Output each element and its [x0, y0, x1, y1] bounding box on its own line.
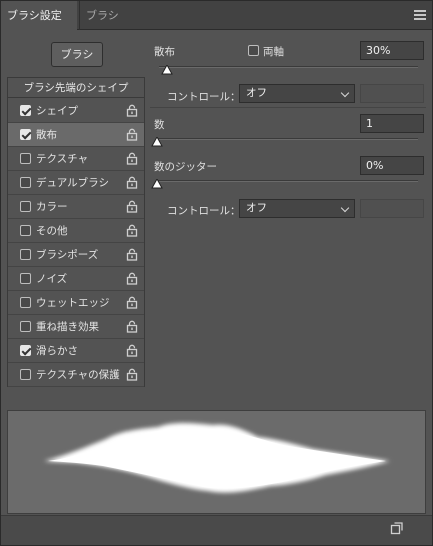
count-label: 数: [154, 119, 165, 131]
scatter-control-label: コントロール：: [167, 91, 241, 103]
option-label: カラー: [36, 201, 68, 213]
brush-stroke-preview: [7, 410, 426, 514]
option-label: 滑らかさ: [36, 345, 78, 357]
option-label: テクスチャの保護: [36, 369, 120, 381]
scatter-label: 散布: [154, 46, 175, 58]
option-label: テクスチャ: [36, 153, 89, 165]
brush-option-row[interactable]: その他: [8, 219, 144, 243]
count-slider-track[interactable]: [157, 138, 418, 140]
brush-option-row[interactable]: 重ね描き効果: [8, 315, 144, 339]
count-value-input[interactable]: 1: [360, 114, 424, 133]
option-checkbox[interactable]: [20, 273, 31, 284]
option-checkbox[interactable]: [20, 201, 31, 212]
option-label: ウェットエッジ: [36, 297, 110, 309]
lock-icon[interactable]: [126, 320, 138, 333]
scatter-control-aux-field: [360, 84, 424, 103]
count-jitter-control-dropdown[interactable]: オフ: [239, 199, 355, 218]
count-jitter-control-value: オフ: [246, 202, 267, 214]
lock-icon[interactable]: [126, 272, 138, 285]
brush-option-row[interactable]: ノイズ: [8, 267, 144, 291]
tab-bar: ブラシ設定 ブラシ: [1, 1, 432, 30]
option-label: ノイズ: [36, 273, 68, 285]
brush-option-row[interactable]: ウェットエッジ: [8, 291, 144, 315]
brush-option-row[interactable]: シェイプ: [8, 99, 144, 123]
both-axes-checkbox[interactable]: [248, 45, 259, 56]
lock-icon[interactable]: [126, 128, 138, 141]
option-checkbox[interactable]: [20, 345, 31, 356]
chevron-down-icon: [340, 203, 350, 213]
chevron-down-icon: [340, 88, 350, 98]
brush-option-row[interactable]: カラー: [8, 195, 144, 219]
hamburger-icon[interactable]: [414, 10, 426, 20]
option-checkbox[interactable]: [20, 153, 31, 164]
new-brush-icon[interactable]: [390, 522, 403, 535]
panel-footer: [1, 515, 432, 545]
lock-icon[interactable]: [126, 224, 138, 237]
option-label: シェイプ: [36, 105, 78, 117]
option-checkbox[interactable]: [20, 105, 31, 116]
count-jitter-control-aux-field: [360, 199, 424, 218]
lock-icon[interactable]: [126, 152, 138, 165]
count-jitter-slider-track[interactable]: [157, 180, 418, 182]
brush-option-row[interactable]: ブラシポーズ: [8, 243, 144, 267]
option-checkbox[interactable]: [20, 249, 31, 260]
option-checkbox[interactable]: [20, 225, 31, 236]
brush-option-row[interactable]: テクスチャ: [8, 147, 144, 171]
option-checkbox[interactable]: [20, 369, 31, 380]
lock-icon[interactable]: [126, 368, 138, 381]
brush-presets-button[interactable]: ブラシ: [51, 42, 103, 67]
lock-icon[interactable]: [126, 176, 138, 189]
option-label: 重ね描き効果: [36, 321, 99, 333]
lock-icon[interactable]: [126, 104, 138, 117]
option-checkbox[interactable]: [20, 297, 31, 308]
count-jitter-value-input[interactable]: 0%: [360, 156, 424, 175]
option-checkbox[interactable]: [20, 129, 31, 140]
scatter-value-input[interactable]: 30%: [360, 41, 424, 60]
brush-option-row[interactable]: 散布: [8, 123, 144, 147]
lock-icon[interactable]: [126, 200, 138, 213]
brush-option-row[interactable]: デュアルブラシ: [8, 171, 144, 195]
brush-stroke-image: [44, 423, 390, 493]
lock-icon[interactable]: [126, 296, 138, 309]
scatter-control-value: オフ: [246, 87, 267, 99]
tab-brush-settings[interactable]: ブラシ設定: [1, 1, 77, 30]
lock-icon[interactable]: [126, 344, 138, 357]
scatter-control-dropdown[interactable]: オフ: [239, 84, 355, 103]
count-jitter-label: 数のジッター: [154, 161, 217, 173]
brush-option-row[interactable]: 滑らかさ: [8, 339, 144, 363]
tab-brushes[interactable]: ブラシ: [79, 1, 125, 30]
brush-tip-shape-item[interactable]: ブラシ先端のシェイプ: [8, 78, 144, 98]
option-checkbox[interactable]: [20, 177, 31, 188]
option-label: その他: [36, 225, 68, 237]
option-label: 散布: [36, 129, 57, 141]
option-checkbox[interactable]: [20, 321, 31, 332]
brush-options-list: ブラシ先端のシェイプ シェイプ散布テクスチャデュアルブラシ カラーその他ブラシポー…: [7, 77, 145, 387]
divider: [150, 107, 426, 108]
lock-icon[interactable]: [126, 248, 138, 261]
scatter-slider-track[interactable]: [159, 66, 418, 68]
count-jitter-control-label: コントロール：: [167, 205, 241, 217]
option-label: ブラシポーズ: [36, 249, 99, 261]
both-axes-label: 両軸: [263, 46, 284, 58]
brush-option-row[interactable]: テクスチャの保護: [8, 363, 144, 387]
option-label: デュアルブラシ: [36, 177, 109, 189]
